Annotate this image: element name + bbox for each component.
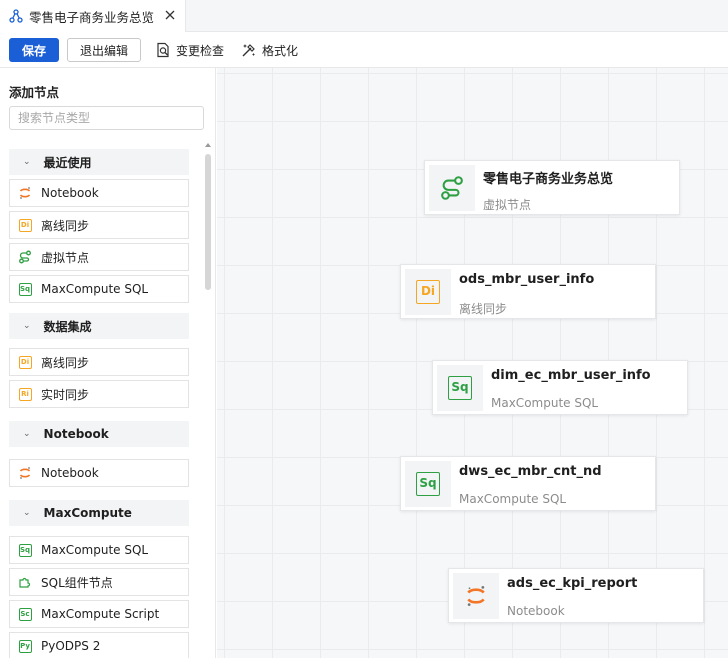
change-check-button[interactable]: 变更检查 xyxy=(155,38,224,62)
item-label: Notebook xyxy=(41,466,99,480)
node-title: dim_ec_mbr_user_info xyxy=(491,368,651,383)
palette-item-virtual-node[interactable]: 虚拟节点 xyxy=(9,243,189,271)
chevron-down-icon: ⌄ xyxy=(23,429,31,439)
virtual-node-icon xyxy=(18,250,32,264)
node-search-input[interactable] xyxy=(9,106,204,130)
format-label: 格式化 xyxy=(262,43,299,58)
palette-item-realtime-sync[interactable]: Ri 实时同步 xyxy=(9,380,189,408)
item-label: MaxCompute Script xyxy=(41,607,160,621)
di-icon: Di xyxy=(405,269,451,315)
sq-icon: Sq xyxy=(18,543,32,557)
group-label: 数据集成 xyxy=(43,319,92,334)
node-title: ods_mbr_user_info xyxy=(459,272,595,287)
node-type-label: MaxCompute SQL xyxy=(459,492,567,506)
group-label: Notebook xyxy=(43,427,109,441)
group-maxcompute[interactable]: ⌄ MaxCompute xyxy=(9,500,189,526)
group-recent[interactable]: ⌄ 最近使用 xyxy=(9,149,189,175)
item-label: SQL组件节点 xyxy=(41,575,113,590)
close-icon[interactable] xyxy=(164,9,176,21)
palette-item-maxcompute-sql[interactable]: Sq MaxCompute SQL xyxy=(9,275,189,303)
canvas-node-dim[interactable]: Sq dim_ec_mbr_user_info MaxCompute SQL xyxy=(432,360,688,415)
exit-edit-button[interactable]: 退出编辑 xyxy=(67,38,141,62)
group-data-integration[interactable]: ⌄ 数据集成 xyxy=(9,313,189,339)
sql-component-icon xyxy=(18,575,32,589)
workflow-canvas[interactable]: 零售电子商务业务总览 虚拟节点 Di ods_mbr_user_info 离线同… xyxy=(217,68,728,658)
item-label: 离线同步 xyxy=(41,218,90,233)
toolbar: 保存 退出编辑 变更检查 格式化 xyxy=(0,32,728,68)
group-label: 最近使用 xyxy=(43,155,92,170)
pyodps-icon: Py xyxy=(18,639,32,653)
node-title: ads_ec_kpi_report xyxy=(507,576,638,591)
canvas-node-virtual[interactable]: 零售电子商务业务总览 虚拟节点 xyxy=(424,160,680,215)
item-label: MaxCompute SQL xyxy=(41,282,149,296)
notebook-icon xyxy=(18,186,32,200)
palette-item-maxcompute-script[interactable]: Sc MaxCompute Script xyxy=(9,600,189,628)
sc-icon: Sc xyxy=(18,607,32,621)
chevron-down-icon: ⌄ xyxy=(23,157,31,167)
palette-item-maxcompute-sql[interactable]: Sq MaxCompute SQL xyxy=(9,536,189,564)
group-notebook[interactable]: ⌄ Notebook xyxy=(9,421,189,447)
canvas-node-ods[interactable]: Di ods_mbr_user_info 离线同步 xyxy=(400,264,656,319)
node-type-label: 离线同步 xyxy=(459,302,508,316)
group-label: MaxCompute xyxy=(43,506,132,520)
sq-icon: Sq xyxy=(405,461,451,507)
item-label: Notebook xyxy=(41,186,99,200)
sq-icon: Sq xyxy=(18,282,32,296)
tab-workflow[interactable]: 零售电子商务业务总览 xyxy=(0,0,186,32)
save-button[interactable]: 保存 xyxy=(9,38,59,62)
tab-title: 零售电子商务业务总览 xyxy=(29,9,155,25)
node-title: 零售电子商务业务总览 xyxy=(483,172,614,187)
virtual-node-icon xyxy=(429,165,475,211)
sq-icon: Sq xyxy=(437,365,483,411)
node-type-label: Notebook xyxy=(507,604,565,618)
palette-item-notebook[interactable]: Notebook xyxy=(9,459,189,487)
palette-item-notebook[interactable]: Notebook xyxy=(9,179,189,207)
item-label: 虚拟节点 xyxy=(41,250,90,265)
sidebar-scrollbar[interactable] xyxy=(205,154,211,290)
item-label: PyODPS 2 xyxy=(41,639,101,653)
change-check-icon xyxy=(157,42,169,58)
format-icon xyxy=(242,44,255,57)
tab-bar: 零售电子商务业务总览 xyxy=(0,0,728,32)
notebook-icon xyxy=(453,573,499,619)
ri-icon: Ri xyxy=(18,387,32,401)
canvas-node-ads[interactable]: ads_ec_kpi_report Notebook xyxy=(448,568,704,623)
item-label: 离线同步 xyxy=(41,355,90,370)
notebook-icon xyxy=(18,466,32,480)
item-label: MaxCompute SQL xyxy=(41,543,149,557)
chevron-down-icon: ⌄ xyxy=(23,508,31,518)
scroll-up-arrow[interactable] xyxy=(205,143,211,147)
palette-item-pyodps[interactable]: Py PyODPS 2 xyxy=(9,632,189,658)
palette-item-offline-sync[interactable]: Di 离线同步 xyxy=(9,348,189,376)
di-icon: Di xyxy=(18,355,32,369)
item-label: 实时同步 xyxy=(41,387,90,402)
node-palette-sidebar: 添加节点 ⌄ 最近使用 Notebook Di 离线同步 虚拟节点 Sq Max… xyxy=(0,68,216,658)
canvas-node-dws[interactable]: Sq dws_ec_mbr_cnt_nd MaxCompute SQL xyxy=(400,456,656,511)
node-title: dws_ec_mbr_cnt_nd xyxy=(459,464,602,479)
node-type-label: 虚拟节点 xyxy=(483,198,532,212)
di-icon: Di xyxy=(18,218,32,232)
palette-item-sql-component[interactable]: SQL组件节点 xyxy=(9,568,189,596)
format-button[interactable]: 格式化 xyxy=(241,38,298,62)
palette-item-offline-sync[interactable]: Di 离线同步 xyxy=(9,211,189,239)
sidebar-title: 添加节点 xyxy=(9,85,60,100)
node-type-label: MaxCompute SQL xyxy=(491,396,599,410)
change-check-label: 变更检查 xyxy=(176,43,225,58)
workflow-icon xyxy=(9,9,23,23)
node-type-list: ⌄ 最近使用 Notebook Di 离线同步 虚拟节点 Sq MaxCompu… xyxy=(9,149,189,658)
chevron-down-icon: ⌄ xyxy=(23,321,31,331)
